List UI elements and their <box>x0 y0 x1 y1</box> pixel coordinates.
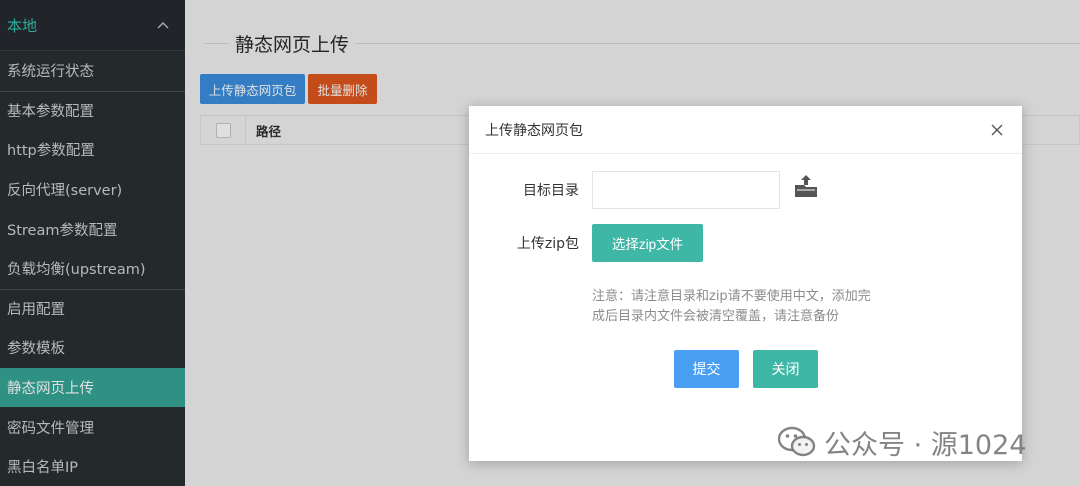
note-line-2: 成后目录内文件会被清空覆盖，请注意备份 <box>592 309 840 324</box>
dialog-title: 上传静态网页包 <box>485 122 583 139</box>
dialog-header: 上传静态网页包 <box>469 106 1022 154</box>
submit-button[interactable]: 提交 <box>674 350 739 388</box>
close-button[interactable]: 关闭 <box>753 350 818 388</box>
note-text: 注意：请注意目录和zip请不要使用中文，添加完 成后目录内文件会被清空覆盖，请注… <box>592 287 892 327</box>
folder-upload-icon[interactable] <box>793 174 819 200</box>
app-root: 本地 系统运行状态 基本参数配置 http参数配置 反向代理(server) S… <box>0 0 1080 486</box>
watermark-text: 公众号 · 源1024 <box>824 429 1027 461</box>
target-dir-label: 目标目录 <box>523 183 579 199</box>
zip-label: 上传zip包 <box>516 236 579 252</box>
upload-dialog: 上传静态网页包 目标目录 上传zip包 选择zip文件 注意：请注意目录和zip… <box>469 106 1022 461</box>
note-line-1: 注意：请注意目录和zip请不要使用中文，添加完 <box>592 289 871 304</box>
watermark: 公众号 · 源1024 <box>778 424 1027 461</box>
close-icon[interactable] <box>988 121 1006 139</box>
wechat-icon <box>778 426 816 457</box>
target-dir-input[interactable] <box>592 171 780 209</box>
select-zip-button[interactable]: 选择zip文件 <box>592 224 703 262</box>
